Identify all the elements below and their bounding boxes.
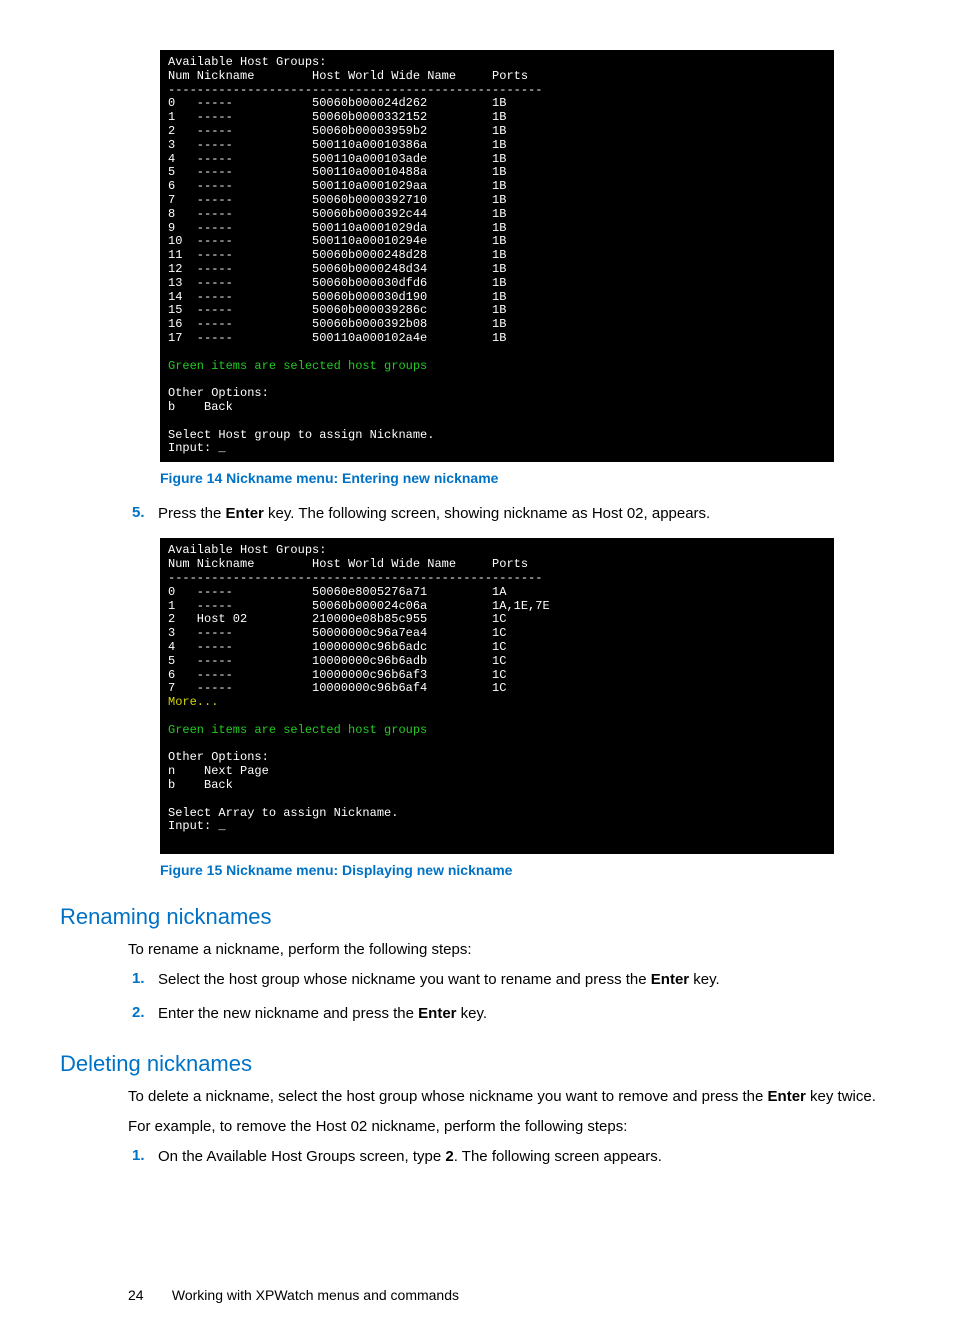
term-select-msg: Select Host group to assign Nickname.	[168, 428, 434, 442]
terminal-screenshot-1: Available Host Groups: Num Nickname Host…	[160, 50, 834, 462]
rename-step-1: 1. Select the host group whose nickname …	[132, 970, 894, 990]
term-more: More...	[168, 695, 218, 709]
term-option-next: n Next Page	[168, 764, 269, 778]
figure-caption-14: Figure 14 Nickname menu: Entering new ni…	[160, 470, 894, 486]
term-other-options: Other Options:	[168, 386, 269, 400]
step-text: Enter the new nickname and press the Ent…	[158, 1004, 894, 1024]
step-number: 1.	[132, 970, 158, 990]
term-option-back: b Back	[168, 400, 233, 414]
term-columns: Num Nickname Host World Wide Name Ports	[168, 557, 528, 571]
delete-para-1: To delete a nickname, select the host gr…	[128, 1087, 894, 1107]
step-text: Press the Enter key. The following scree…	[158, 504, 894, 524]
term-rows: 0 ----- 50060b000024d262 1B 1 ----- 5006…	[168, 96, 506, 345]
step-number: 2.	[132, 1004, 158, 1024]
term-header: Available Host Groups:	[168, 543, 326, 557]
term-select-msg: Select Array to assign Nickname.	[168, 806, 398, 820]
term-rows: 0 ----- 50060e8005276a71 1A 1 ----- 5006…	[168, 585, 550, 696]
figure-caption-15: Figure 15 Nickname menu: Displaying new …	[160, 862, 894, 878]
term-other-options: Other Options:	[168, 750, 269, 764]
term-green-msg: Green items are selected host groups	[168, 723, 427, 737]
step-text: Select the host group whose nickname you…	[158, 970, 894, 990]
term-input: Input: _	[168, 441, 226, 455]
step-5: 5. Press the Enter key. The following sc…	[132, 504, 894, 524]
page-footer: 24 Working with XPWatch menus and comman…	[128, 1287, 894, 1303]
terminal-screenshot-2: Available Host Groups: Num Nickname Host…	[160, 538, 834, 854]
page-number: 24	[128, 1287, 168, 1303]
step-number: 5.	[132, 504, 158, 524]
rename-step-2: 2. Enter the new nickname and press the …	[132, 1004, 894, 1024]
footer-title: Working with XPWatch menus and commands	[172, 1287, 459, 1303]
term-green-msg: Green items are selected host groups	[168, 359, 427, 373]
section-intro: To rename a nickname, perform the follow…	[128, 940, 894, 960]
step-number: 1.	[132, 1147, 158, 1167]
term-header: Available Host Groups:	[168, 55, 326, 69]
term-input: Input: _	[168, 819, 226, 833]
step-text: On the Available Host Groups screen, typ…	[158, 1147, 894, 1167]
section-heading-deleting: Deleting nicknames	[60, 1051, 894, 1077]
section-heading-renaming: Renaming nicknames	[60, 904, 894, 930]
document-page: Available Host Groups: Num Nickname Host…	[0, 0, 954, 1343]
term-divider: ----------------------------------------…	[168, 571, 542, 585]
term-columns: Num Nickname Host World Wide Name Ports	[168, 69, 528, 83]
term-option-back: b Back	[168, 778, 233, 792]
delete-step-1: 1. On the Available Host Groups screen, …	[132, 1147, 894, 1167]
term-divider: ----------------------------------------…	[168, 83, 542, 97]
delete-para-2: For example, to remove the Host 02 nickn…	[128, 1117, 894, 1137]
